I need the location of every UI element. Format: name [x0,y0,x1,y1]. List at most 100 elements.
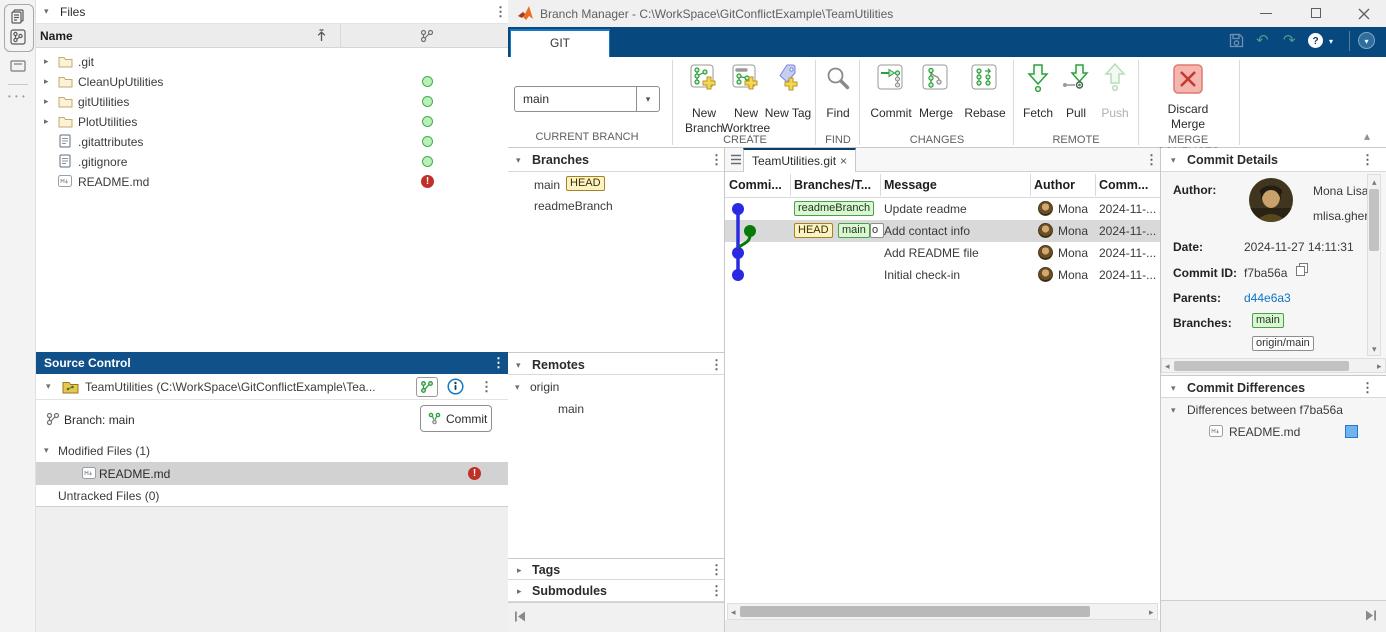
untracked-files-group[interactable]: Untracked Files (0) [36,485,508,507]
help-icon[interactable]: ? [1308,33,1323,48]
tab-close-icon[interactable]: × [840,154,847,168]
close-button[interactable] [1342,0,1386,27]
branches-panel-header[interactable]: ▾ Branches ⋮ [508,148,724,172]
more-activity-icon[interactable]: • • • [8,92,26,101]
branch-badge[interactable]: main [838,223,870,238]
history-hscrollbar[interactable]: ◂ ▸ [727,603,1158,620]
current-branch-value[interactable]: main [523,92,549,106]
branch-item-readmebranch[interactable]: readmeBranch [508,196,724,217]
toolstrip-options-icon[interactable]: ▾ [1358,32,1375,49]
branch-item-main[interactable]: main HEAD [508,175,724,196]
discard-merge-button[interactable]: Discard Merge [1142,62,1234,144]
col-commit[interactable]: Commi... [729,178,782,192]
save-icon[interactable] [1229,33,1244,51]
expand-caret-icon[interactable]: ▸ [44,57,49,66]
tags-menu-icon[interactable]: ⋮ [710,563,723,576]
history-menu-icon[interactable]: ⋮ [1145,153,1158,166]
commit-differences-header[interactable]: ▾ Commit Differences ⋮ [1161,375,1386,398]
scroll-right-icon[interactable]: ▸ [1377,362,1382,371]
file-row[interactable]: ▸ gitUtilities [36,92,508,112]
repo-collapse-caret[interactable]: ▾ [46,382,51,391]
help-dropdown-caret-icon[interactable]: ▾ [1329,37,1333,46]
history-table-header[interactable]: Commi... Branches/T... Message Author Co… [725,172,1160,198]
tags-expand-caret[interactable]: ▸ [517,566,522,575]
differences-collapse-caret[interactable]: ▾ [1171,384,1176,393]
file-row[interactable]: ▸ CleanUpUtilities [36,72,508,92]
details-hscrollbar[interactable]: ◂ ▸ [1161,358,1386,373]
tab-list-icon[interactable] [730,154,742,168]
modified-file-row[interactable]: README.md ! [36,462,508,485]
differences-file-row[interactable]: README.md [1161,421,1386,443]
remote-branch-item-main[interactable]: main [508,399,724,420]
remotes-menu-icon[interactable]: ⋮ [710,358,723,371]
file-row-git[interactable]: ▸ .git [36,52,508,72]
commit-toolbar-button[interactable]: Commit [863,62,919,144]
commit-button[interactable]: Commit [420,405,492,432]
combo-arrow-button[interactable]: ▾ [636,87,659,111]
expand-caret-icon[interactable]: ▸ [44,77,49,86]
submodules-expand-caret[interactable]: ▸ [517,587,522,596]
files-collapse-caret[interactable]: ▾ [44,7,49,16]
copy-icon[interactable] [1295,262,1310,280]
source-control-menu-icon[interactable]: ⋮ [492,356,505,369]
files-activity-icon[interactable] [9,8,27,29]
tags-panel-header[interactable]: ▸ Tags ⋮ [508,558,724,580]
files-name-column[interactable]: Name [40,29,73,43]
parent-commit-link[interactable]: d44e6a3 [1244,291,1291,305]
tab-git[interactable]: GIT [510,29,610,57]
scroll-thumb[interactable] [1369,189,1379,251]
files-menu-icon[interactable]: ⋮ [494,5,507,18]
branch-badge[interactable]: main [1252,313,1284,328]
rebase-button[interactable]: Rebase [958,62,1012,144]
details-menu-icon[interactable]: ⋮ [1361,153,1374,166]
file-row-readme[interactable]: README.md ! [36,172,508,192]
scroll-left-icon[interactable]: ◂ [731,608,736,617]
file-row[interactable]: ▸ PlotUtilities [36,112,508,132]
expand-caret-icon[interactable]: ▸ [44,117,49,126]
file-row[interactable]: .gitignore [36,152,508,172]
col-message[interactable]: Message [884,178,937,192]
remotes-collapse-caret[interactable]: ▾ [516,361,521,370]
skip-to-end-icon[interactable] [1365,610,1377,624]
col-author[interactable]: Author [1034,178,1075,192]
collapse-ribbon-icon[interactable]: ▴ [1364,129,1370,143]
repo-menu-icon[interactable]: ⋮ [480,380,493,393]
scroll-up-icon[interactable]: ▴ [1372,178,1377,187]
minimize-button[interactable] [1246,0,1286,27]
source-control-activity-icon[interactable] [9,28,27,49]
window-titlebar[interactable]: Branch Manager - C:\WorkSpace\GitConflic… [508,0,1386,27]
file-row[interactable]: .gitattributes [36,132,508,152]
undo-icon[interactable]: ↶ [1256,33,1269,48]
repo-row[interactable]: ▾ TeamUtilities (C:\WorkSpace\GitConflic… [36,374,508,400]
tab-teamutilities-git[interactable]: TeamUtilities.git × [743,148,856,172]
current-branch-combo[interactable]: main ▾ [514,86,660,112]
group-collapse-caret[interactable]: ▾ [1171,406,1176,415]
scroll-left-icon[interactable]: ◂ [1165,362,1170,371]
expand-caret-icon[interactable]: ▸ [44,97,49,106]
remote-badge-clipped[interactable]: o [870,223,884,238]
find-button[interactable]: Find [818,62,858,144]
workspace-icon[interactable] [9,58,27,77]
repo-branch-button[interactable] [416,377,438,397]
details-vscrollbar[interactable]: ▴ ▾ [1367,174,1381,356]
info-icon[interactable] [447,378,464,398]
redo-icon[interactable]: ↷ [1283,33,1296,48]
sort-ascending-icon[interactable] [316,29,327,45]
col-date[interactable]: Comm... [1099,178,1148,192]
branches-menu-icon[interactable]: ⋮ [710,153,723,166]
skip-to-start-icon[interactable] [514,611,526,625]
details-collapse-caret[interactable]: ▾ [1171,156,1176,165]
col-branches[interactable]: Branches/T... [794,178,871,192]
submodules-menu-icon[interactable]: ⋮ [710,584,723,597]
remote-item-origin[interactable]: ▾ origin [508,377,724,398]
origin-collapse-caret[interactable]: ▾ [515,383,520,392]
scroll-right-icon[interactable]: ▸ [1149,608,1154,617]
remotes-panel-header[interactable]: ▾ Remotes ⋮ [508,352,724,375]
scroll-thumb[interactable] [740,606,1090,617]
differences-group-row[interactable]: ▾ Differences between f7ba56a [1161,400,1386,421]
merge-button[interactable]: Merge [912,62,960,144]
submodules-panel-header[interactable]: ▸ Submodules ⋮ [508,580,724,602]
files-column-header[interactable]: Name [36,24,508,48]
fetch-button[interactable]: Fetch [1016,62,1060,144]
pull-button[interactable]: Pull [1056,62,1096,144]
